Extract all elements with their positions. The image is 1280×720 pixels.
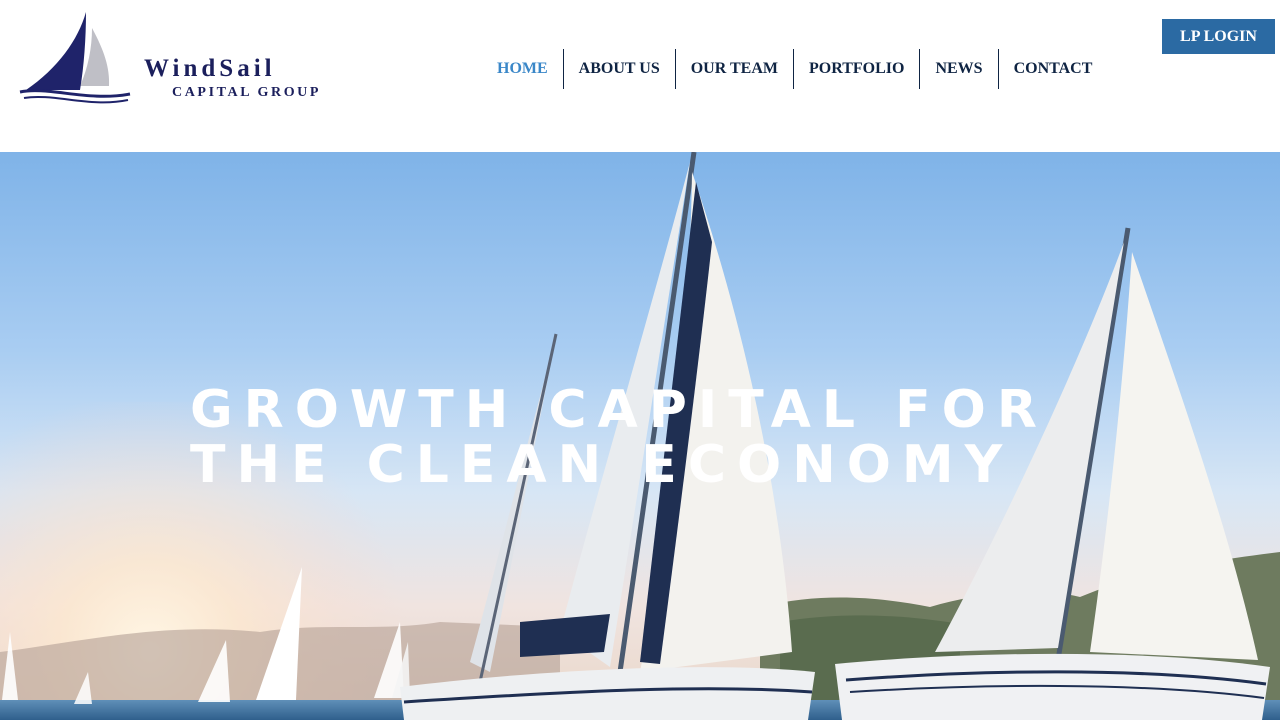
nav-news[interactable]: NEWS — [919, 49, 997, 89]
nav-our-team[interactable]: OUR TEAM — [674, 49, 793, 89]
site-header: WindSail CAPITAL GROUP HOME ABOUT US OUR… — [0, 0, 1280, 152]
nav-home[interactable]: HOME — [482, 49, 563, 89]
main-nav: HOME ABOUT US OUR TEAM PORTFOLIO NEWS CO… — [482, 49, 1107, 89]
hero-banner: GROWTH CAPITAL FOR THE CLEAN ECONOMY — [0, 152, 1280, 720]
nav-contact[interactable]: CONTACT — [997, 49, 1108, 89]
hero-headline: GROWTH CAPITAL FOR THE CLEAN ECONOMY — [190, 383, 1048, 493]
hero-headline-line-2: THE CLEAN ECONOMY — [190, 435, 1014, 495]
logo-tagline: CAPITAL GROUP — [172, 85, 322, 100]
windsail-logo[interactable]: WindSail CAPITAL GROUP — [18, 10, 358, 110]
hero-headline-line-1: GROWTH CAPITAL FOR — [190, 380, 1048, 440]
lp-login-button[interactable]: LP LOGIN — [1162, 19, 1275, 54]
nav-about-us[interactable]: ABOUT US — [562, 49, 675, 89]
nav-portfolio[interactable]: PORTFOLIO — [793, 49, 919, 89]
sailboat-logo-icon — [19, 12, 131, 104]
logo-wordmark: WindSail — [144, 55, 276, 82]
